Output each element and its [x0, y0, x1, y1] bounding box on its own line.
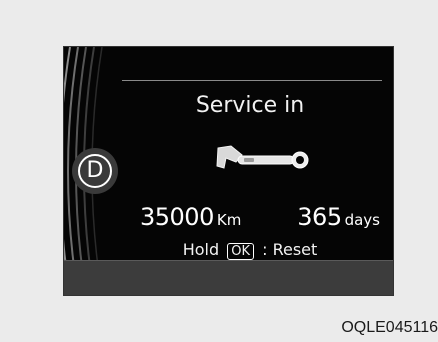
days-unit: days [344, 211, 380, 229]
gear-indicator: D [72, 148, 118, 194]
reset-suffix: : Reset [262, 240, 318, 259]
divider-line [122, 80, 382, 81]
bottom-bar [64, 260, 393, 295]
reset-prefix: Hold [182, 240, 220, 259]
cluster-display: D Service in 35000 Km 365 days Hold OK :… [63, 46, 394, 296]
service-stats: 35000 Km 365 days [140, 205, 380, 235]
service-title: Service in [195, 93, 305, 118]
distance-value: 35000 [140, 203, 214, 231]
days-readout: 365 days [297, 205, 380, 229]
days-value: 365 [297, 203, 342, 231]
gear-position: D [78, 154, 112, 188]
distance-readout: 35000 Km [140, 205, 241, 229]
ok-key-badge: OK [227, 243, 254, 260]
figure-code: OQLE045116 [341, 319, 438, 336]
reset-instruction: Hold OK : Reset [130, 241, 370, 260]
wrench-icon [216, 145, 309, 169]
distance-unit: Km [216, 211, 242, 229]
